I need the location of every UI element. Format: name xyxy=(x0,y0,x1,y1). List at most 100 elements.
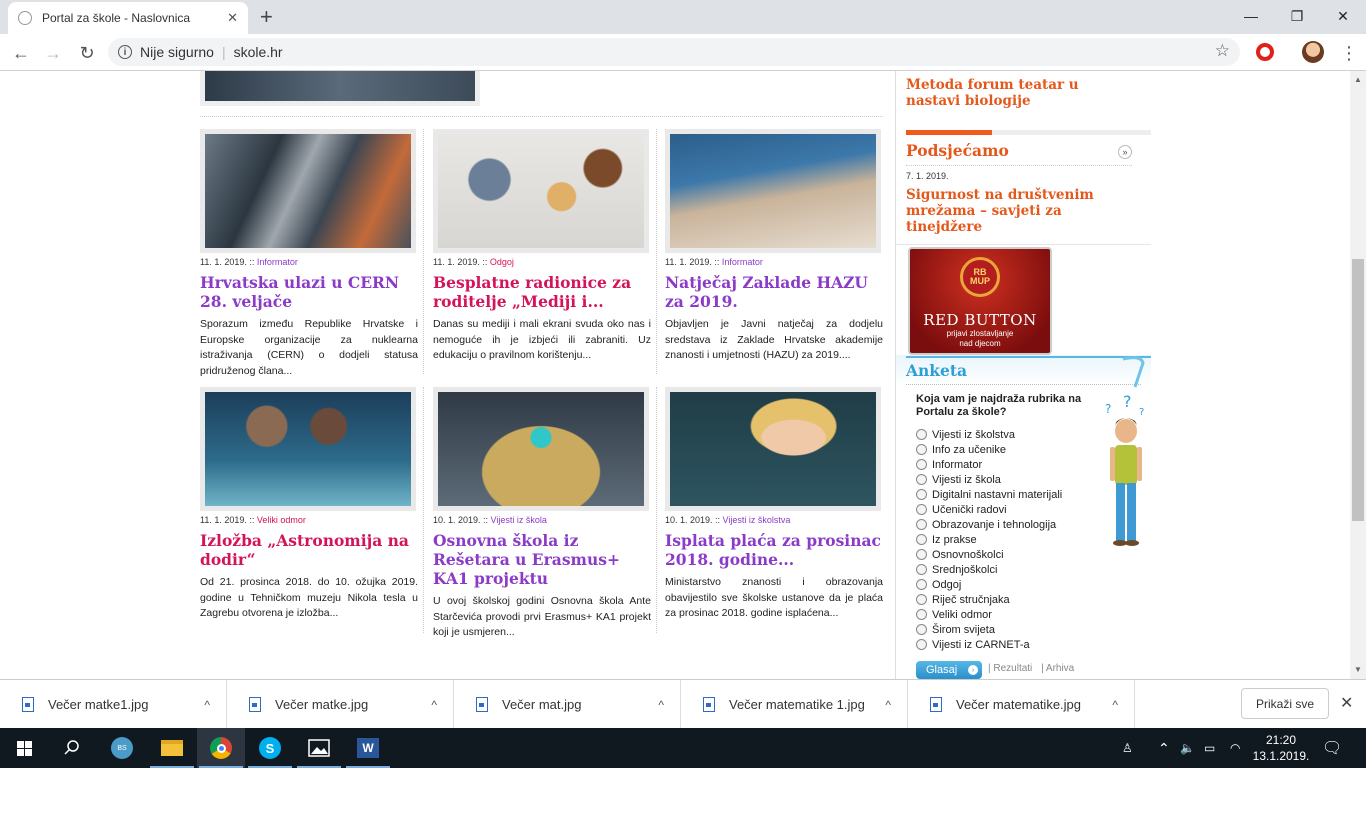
app-bs-icon[interactable]: BS xyxy=(98,728,146,768)
photos-icon[interactable] xyxy=(295,728,343,768)
radio-button[interactable] xyxy=(916,459,927,470)
poll-option[interactable]: Osnovnoškolci xyxy=(916,547,1062,562)
wifi-icon[interactable]: ◠ xyxy=(1230,728,1240,768)
article-image[interactable] xyxy=(200,129,416,253)
minimize-button[interactable]: — xyxy=(1228,0,1274,32)
radio-button[interactable] xyxy=(916,549,927,560)
radio-button[interactable] xyxy=(916,504,927,515)
poll-option[interactable]: Iz prakse xyxy=(916,532,1062,547)
chevron-up-icon[interactable]: ^ xyxy=(204,698,210,712)
address-bar[interactable]: i Nije sigurno | skole.hr ☆ xyxy=(108,38,1240,66)
article-image[interactable] xyxy=(665,129,881,253)
article-title[interactable]: Isplata plaća za prosinac 2018. godine..… xyxy=(665,531,883,569)
article-image[interactable] xyxy=(200,387,416,511)
opera-extension-icon[interactable] xyxy=(1256,43,1274,61)
archive-link[interactable]: | Arhiva xyxy=(1041,663,1074,674)
scroll-down-icon[interactable]: ▼ xyxy=(1354,665,1362,674)
poll-option[interactable]: Info za učenike xyxy=(916,442,1062,457)
poll-option[interactable]: Vijesti iz školstva xyxy=(916,427,1062,442)
system-clock[interactable]: 21:20 13.1.2019. xyxy=(1248,732,1314,764)
top-article-image[interactable] xyxy=(200,71,480,106)
battery-icon[interactable]: ▭ xyxy=(1204,728,1215,768)
page-scrollbar[interactable]: ▲ ▼ xyxy=(1350,71,1366,679)
chevron-up-icon[interactable]: ^ xyxy=(1112,698,1118,712)
article-title[interactable]: Hrvatska ulazi u CERN 28. veljače xyxy=(200,273,418,311)
maximize-button[interactable]: ❐ xyxy=(1274,0,1320,32)
article-title[interactable]: Besplatne radionice za roditelje „Mediji… xyxy=(433,273,651,311)
poll-option[interactable]: Riječ stručnjaka xyxy=(916,592,1062,607)
red-button-banner[interactable]: RB MUP RED BUTTON prijavi zlostavljanje … xyxy=(908,247,1052,355)
poll-option[interactable]: Širom svijeta xyxy=(916,622,1062,637)
info-icon[interactable]: i xyxy=(118,45,132,59)
chevron-up-icon[interactable]: ^ xyxy=(885,698,891,712)
forward-icon[interactable]: → xyxy=(40,40,66,66)
search-icon[interactable] xyxy=(48,728,96,768)
article-category[interactable]: Vijesti iz škola xyxy=(491,515,547,525)
download-item[interactable]: Večer matematike 1.jpg ^ xyxy=(681,680,908,729)
article-title[interactable]: Natječaj Zaklade HAZU za 2019. xyxy=(665,273,883,311)
radio-button[interactable] xyxy=(916,519,927,530)
reminder-link[interactable]: Sigurnost na društvenim mrežama – savjet… xyxy=(906,187,1116,235)
poll-option[interactable]: Vijesti iz škola xyxy=(916,472,1062,487)
article-category[interactable]: Informator xyxy=(257,257,298,267)
menu-dots-icon[interactable]: ⋮ xyxy=(1340,40,1358,66)
file-explorer-icon[interactable] xyxy=(148,728,196,768)
scrollbar-thumb[interactable] xyxy=(1352,259,1364,521)
radio-button[interactable] xyxy=(916,474,927,485)
radio-button[interactable] xyxy=(916,639,927,650)
more-icon[interactable]: » xyxy=(1118,145,1132,159)
article-category[interactable]: Vijesti iz školstva xyxy=(723,515,791,525)
download-item[interactable]: Večer mat.jpg ^ xyxy=(454,680,681,729)
scroll-up-icon[interactable]: ▲ xyxy=(1354,75,1362,84)
download-item[interactable]: Večer matke.jpg ^ xyxy=(227,680,454,729)
radio-button[interactable] xyxy=(916,579,927,590)
poll-option[interactable]: Srednjoškolci xyxy=(916,562,1062,577)
radio-button[interactable] xyxy=(916,444,927,455)
poll-option[interactable]: Digitalni nastavni materijali xyxy=(916,487,1062,502)
chevron-up-icon[interactable]: ^ xyxy=(431,698,437,712)
start-button[interactable] xyxy=(0,728,48,768)
window-close-button[interactable]: ✕ xyxy=(1320,0,1366,32)
new-tab-button[interactable]: + xyxy=(260,4,273,30)
radio-button[interactable] xyxy=(916,609,927,620)
article-category[interactable]: Odgoj xyxy=(490,257,514,267)
vote-button[interactable]: Glasaj › xyxy=(916,661,982,679)
poll-option[interactable]: Odgoj xyxy=(916,577,1062,592)
people-icon[interactable]: ♙ xyxy=(1122,728,1133,768)
skype-icon[interactable]: S xyxy=(246,728,294,768)
back-icon[interactable]: ← xyxy=(8,40,34,66)
article-image[interactable] xyxy=(433,387,649,511)
tab-active[interactable]: Portal za škole - Naslovnica ✕ xyxy=(8,2,248,34)
bookmark-star-icon[interactable]: ☆ xyxy=(1215,41,1230,61)
article-card[interactable]: 10. 1. 2019. :: Vijesti iz škola Osnovna… xyxy=(433,387,651,641)
sidebar-top-link[interactable]: Metoda forum teatar u nastavi biologije xyxy=(906,77,1136,109)
radio-button[interactable] xyxy=(916,594,927,605)
radio-button[interactable] xyxy=(916,564,927,575)
profile-avatar[interactable] xyxy=(1302,41,1324,63)
radio-button[interactable] xyxy=(916,489,927,500)
tab-close-icon[interactable]: ✕ xyxy=(227,10,238,26)
download-item[interactable]: Večer matke1.jpg ^ xyxy=(0,680,227,729)
close-downloads-icon[interactable]: ✕ xyxy=(1340,693,1353,713)
article-category[interactable]: Veliki odmor xyxy=(257,515,306,525)
article-card[interactable]: 11. 1. 2019. :: Veliki odmor Izložba „As… xyxy=(200,387,418,622)
article-card[interactable]: 11. 1. 2019. :: Odgoj Besplatne radionic… xyxy=(433,129,651,364)
article-card[interactable]: 10. 1. 2019. :: Vijesti iz školstva Ispl… xyxy=(665,387,883,622)
article-title[interactable]: Osnovna škola iz Rešetara u Erasmus+ KA1… xyxy=(433,531,651,588)
radio-button[interactable] xyxy=(916,534,927,545)
article-image[interactable] xyxy=(433,129,649,253)
poll-option[interactable]: Vijesti iz CARNET-a xyxy=(916,637,1062,652)
radio-button[interactable] xyxy=(916,429,927,440)
show-all-downloads-button[interactable]: Prikaži sve xyxy=(1241,688,1329,719)
results-link[interactable]: | Rezultati xyxy=(988,663,1032,674)
url-text[interactable]: skole.hr xyxy=(234,44,283,60)
poll-option[interactable]: Informator xyxy=(916,457,1062,472)
poll-option[interactable]: Veliki odmor xyxy=(916,607,1062,622)
chevron-up-icon[interactable]: ⌃ xyxy=(1158,728,1170,768)
article-card[interactable]: 11. 1. 2019. :: Informator Hrvatska ulaz… xyxy=(200,129,418,379)
word-icon[interactable]: W xyxy=(344,728,392,768)
chevron-up-icon[interactable]: ^ xyxy=(658,698,664,712)
poll-option[interactable]: Učenički radovi xyxy=(916,502,1062,517)
chrome-icon[interactable] xyxy=(197,728,245,768)
reload-icon[interactable]: ↻ xyxy=(74,40,100,66)
